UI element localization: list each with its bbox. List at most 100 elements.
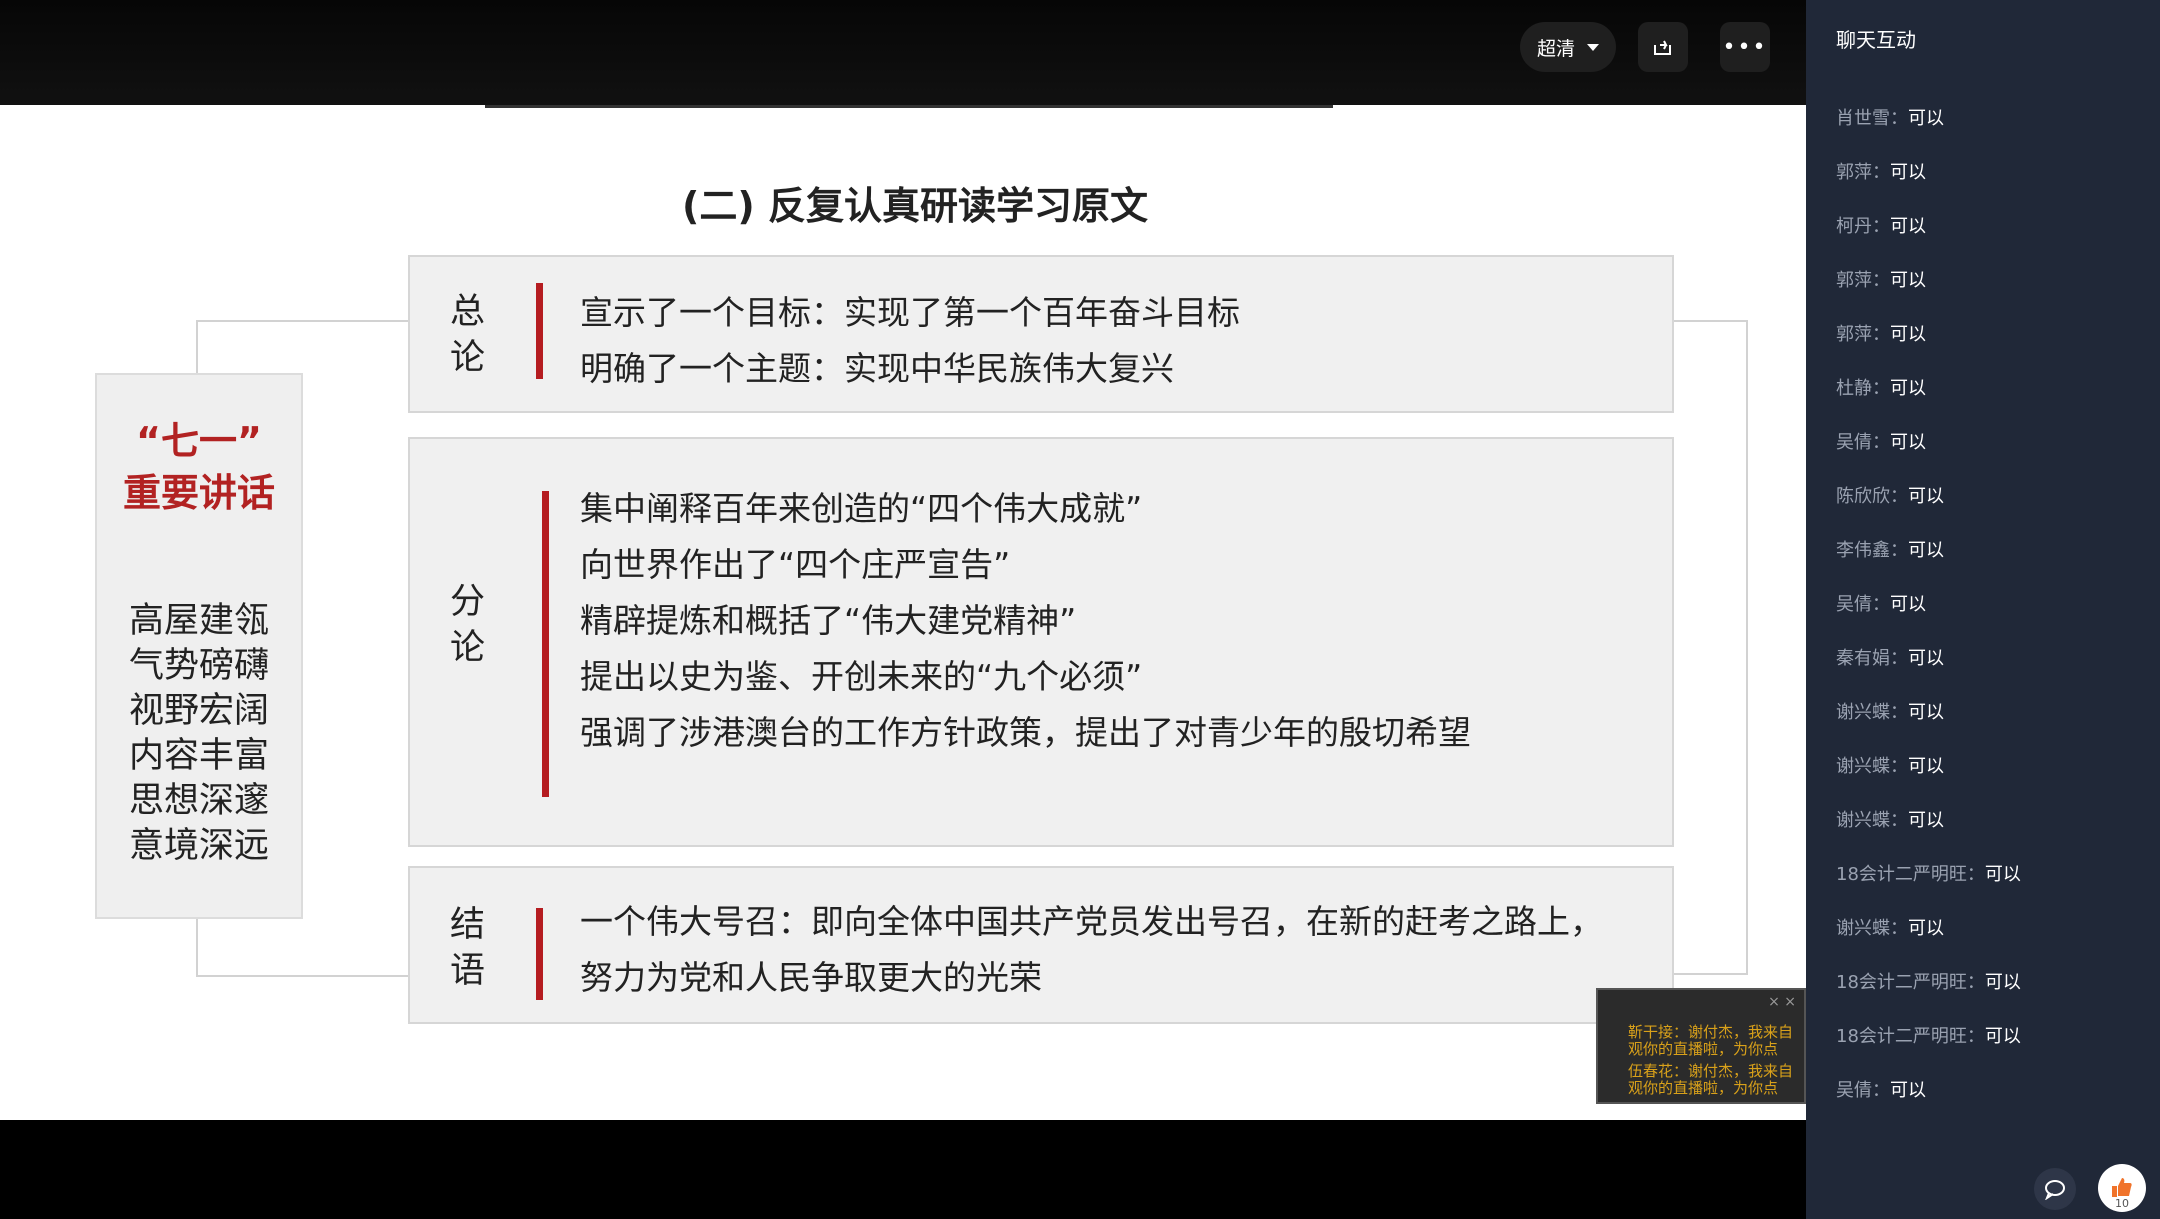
more-icon: ••• (1722, 34, 1768, 60)
chat-bubble-icon (2045, 1180, 2065, 1200)
chat-title: 聊天互动 (1836, 28, 1916, 52)
section-details: 分 论 集中阐释百年来创造的“四个伟大成就” 向世界作出了“四个庄严宣告” 精辟… (408, 437, 1674, 847)
danmaku-popup: × × 靳干接：谢付杰，我来自 观你的直播啦，为你点 伍春花：谢付杰，我来自 观… (1596, 988, 1806, 1104)
chat-text: 可以 (1908, 918, 1944, 939)
section-label: 分 论 (450, 579, 490, 671)
phrase-item: 视野宏阔 (128, 691, 269, 731)
section-label-char: 论 (450, 338, 486, 378)
section-accent-bar (542, 491, 549, 797)
comment-button[interactable] (2034, 1168, 2076, 1210)
section-label-char: 总 (450, 292, 486, 332)
chat-nick: 郭萍： (1836, 270, 1890, 291)
chat-panel: 聊天互动 肖世雪：可以 郭萍：可以 柯丹：可以 郭萍：可以 郭萍：可以 杜静：可… (1806, 0, 2160, 1219)
share-button[interactable] (1638, 22, 1688, 72)
chat-message-list[interactable]: 肖世雪：可以 郭萍：可以 柯丹：可以 郭萍：可以 郭萍：可以 杜静：可以 吴倩：… (1836, 104, 2021, 1130)
chat-message: 陈欣欣：可以 (1836, 482, 2021, 536)
danmaku-message: 伍春花：谢付杰，我来自 (1628, 1062, 1794, 1080)
chat-nick: 秦有娟： (1836, 648, 1908, 669)
section-conclusion: 结 语 一个伟大号召：即向全体中国共产党员发出号召，在新的赶考之路上， 努力为党… (408, 866, 1674, 1024)
chat-message: 谢兴蝶：可以 (1836, 752, 2021, 806)
chat-text: 可以 (1890, 1080, 1926, 1101)
chat-nick: 18会计二严明旺： (1836, 864, 1985, 885)
close-icon[interactable]: × × (1768, 994, 1796, 1010)
chat-text: 可以 (1908, 486, 1944, 507)
chat-message: 柯丹：可以 (1836, 212, 2021, 266)
chat-text: 可以 (1908, 702, 1944, 723)
chat-message: 吴倩：可以 (1836, 1076, 2021, 1130)
chat-message: 郭萍：可以 (1836, 320, 2021, 374)
chat-message: 李伟鑫：可以 (1836, 536, 2021, 590)
section-lines: 集中阐释百年来创造的“四个伟大成就” 向世界作出了“四个庄严宣告” 精辟提炼和概… (580, 481, 1471, 761)
chat-nick: 谢兴蝶： (1836, 702, 1908, 723)
connector-line (1672, 320, 1748, 322)
quality-selector[interactable]: 超清 (1520, 22, 1616, 72)
phrase-item: 气势磅礴 (128, 646, 269, 686)
section-line: 集中阐释百年来创造的“四个伟大成就” (580, 489, 1143, 528)
chat-nick: 18会计二严明旺： (1836, 1026, 1985, 1047)
chat-message: 杜静：可以 (1836, 374, 2021, 428)
chat-text: 可以 (1984, 864, 2021, 885)
section-line: 明确了一个主题：实现中华民族伟大复兴 (580, 349, 1174, 388)
chat-text: 可以 (1890, 270, 1926, 291)
section-label: 总 论 (450, 289, 490, 381)
connector-line (196, 975, 408, 977)
section-lines: 宣示了一个目标：实现了第一个百年奋斗目标 明确了一个主题：实现中华民族伟大复兴 (580, 285, 1240, 397)
chat-nick: 谢兴蝶： (1836, 918, 1908, 939)
chat-message: 肖世雪：可以 (1836, 104, 2021, 158)
like-count: 10 (2115, 1197, 2129, 1210)
chat-nick: 杜静： (1836, 378, 1890, 399)
chevron-down-icon (1587, 43, 1599, 51)
chat-text: 可以 (1908, 756, 1944, 777)
section-lines: 一个伟大号召：即向全体中国共产党员发出号召，在新的赶考之路上， 努力为党和人民争… (580, 894, 1603, 1006)
connector-line (196, 320, 408, 322)
chat-nick: 吴倩： (1836, 1080, 1890, 1101)
section-label-char: 结 (450, 905, 486, 945)
chat-message: 18会计二严明旺：可以 (1836, 1022, 2021, 1076)
connector-line (196, 917, 198, 977)
section-accent-bar (536, 908, 543, 1000)
chat-text: 可以 (1984, 972, 2021, 993)
connector-line (196, 320, 198, 375)
chat-message: 吴倩：可以 (1836, 428, 2021, 482)
section-line: 精辟提炼和概括了“伟大建党精神” (580, 601, 1077, 640)
chat-message: 18会计二严明旺：可以 (1836, 968, 2021, 1022)
chat-text: 可以 (1890, 324, 1926, 345)
chat-nick: 陈欣欣： (1836, 486, 1908, 507)
chat-message: 18会计二严明旺：可以 (1836, 860, 2021, 914)
share-icon (1654, 40, 1671, 55)
section-line: 一个伟大号召：即向全体中国共产党员发出号召，在新的赶考之路上， (580, 902, 1603, 941)
speech-title-line: 重要讲话 (122, 471, 275, 515)
chat-text: 可以 (1890, 594, 1926, 615)
chat-text: 可以 (1908, 108, 1944, 129)
chat-nick: 吴倩： (1836, 432, 1890, 453)
chat-message: 谢兴蝶：可以 (1836, 914, 2021, 968)
slide-top-divider (485, 105, 1333, 108)
speech-title-line: “七一” (136, 419, 262, 463)
presentation-slide: (二) 反复认真研读学习原文 “七一” 重要讲话 高屋建瓴 气势磅礴 视野宏阔 … (0, 105, 1806, 1120)
chat-nick: 李伟鑫： (1836, 540, 1908, 561)
chat-text: 可以 (1984, 1026, 2021, 1047)
section-label-char: 分 (450, 582, 486, 622)
chat-text: 可以 (1908, 810, 1944, 831)
section-accent-bar (536, 283, 543, 379)
chat-text: 可以 (1908, 540, 1944, 561)
chat-nick: 肖世雪： (1836, 108, 1908, 129)
phrase-item: 内容丰富 (128, 736, 269, 776)
quality-label: 超清 (1536, 37, 1575, 60)
more-options-button[interactable]: ••• (1720, 22, 1770, 72)
chat-nick: 郭萍： (1836, 324, 1890, 345)
chat-nick: 谢兴蝶： (1836, 810, 1908, 831)
section-line: 强调了涉港澳台的工作方针政策，提出了对青少年的殷切希望 (580, 713, 1471, 752)
phrase-list: 高屋建瓴 气势磅礴 视野宏阔 内容丰富 思想深邃 意境深远 (97, 599, 301, 869)
video-player[interactable]: 超清 ••• (二) 反复认真研读学习原文 “七一” 重要讲话 高屋建瓴 气势磅… (0, 0, 1806, 1219)
danmaku-message: 观你的直播啦，为你点 (1628, 1040, 1779, 1058)
connector-line (1672, 973, 1748, 975)
chat-text: 可以 (1890, 162, 1926, 183)
chat-text: 可以 (1890, 216, 1926, 237)
section-overview: 总 论 宣示了一个目标：实现了第一个百年奋斗目标 明确了一个主题：实现中华民族伟… (408, 255, 1674, 413)
chat-text: 可以 (1908, 648, 1944, 669)
chat-text: 可以 (1890, 432, 1926, 453)
section-label: 结 语 (450, 902, 490, 994)
chat-nick: 谢兴蝶： (1836, 756, 1908, 777)
chat-message: 秦有娟：可以 (1836, 644, 2021, 698)
